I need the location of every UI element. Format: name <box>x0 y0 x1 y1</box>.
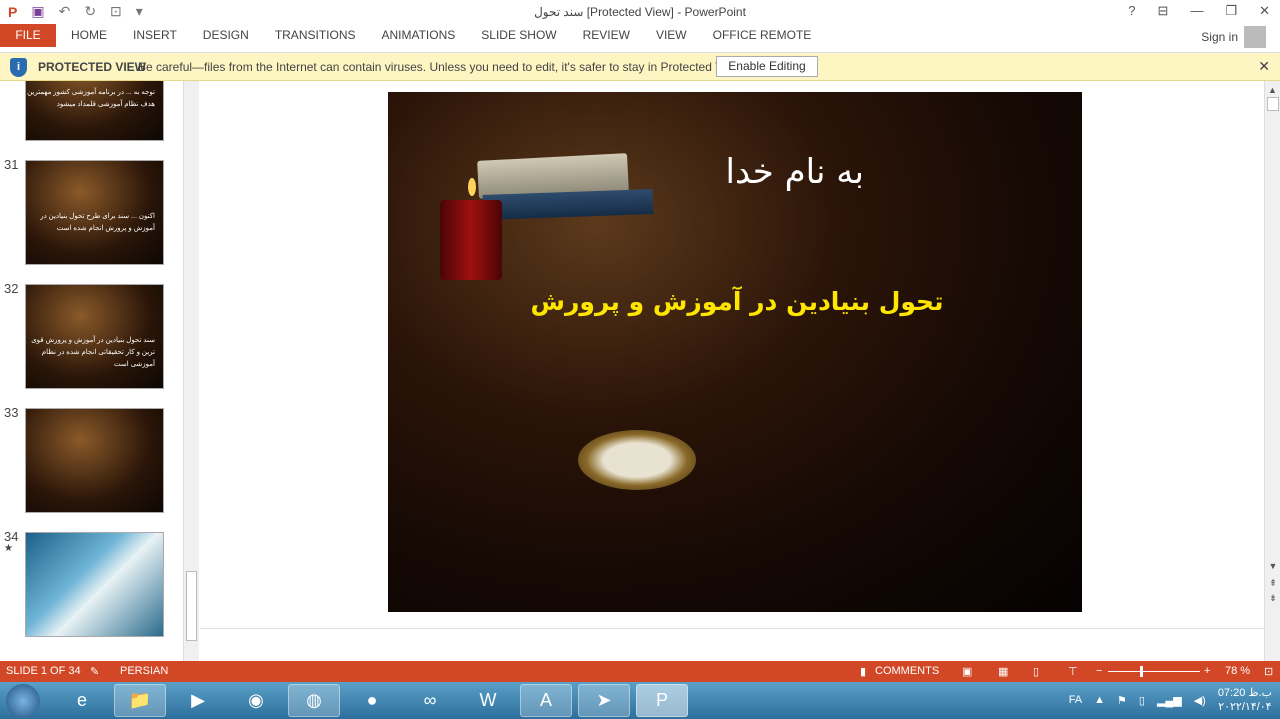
language-indicator[interactable]: PERSIAN <box>120 665 168 677</box>
acrobat-icon[interactable]: A <box>520 684 572 717</box>
minimize-icon[interactable]: — <box>1190 3 1203 19</box>
zoom-slider-knob[interactable] <box>1140 666 1143 677</box>
slide-scrollbar[interactable]: ▲ ▼ ⇞ ⇟ <box>1264 81 1280 661</box>
thumbnails-scrollbar[interactable] <box>183 81 199 661</box>
tab-animations[interactable]: ANIMATIONS <box>381 28 455 42</box>
thumbnail-text: توجه به ... در برنامه آموزشی کشور مهمتری… <box>27 89 155 108</box>
scrollbar-thumb[interactable] <box>186 571 197 641</box>
slide-number: 32 <box>4 281 19 296</box>
slide-thumbnail-32[interactable]: سند تحول بنیادین در آموزش و پرورش قوی تر… <box>25 284 164 389</box>
zoom-level[interactable]: 78 % <box>1225 665 1250 677</box>
app-icon[interactable]: ∞ <box>404 684 456 717</box>
slide-thumbnail-30[interactable]: توجه به ... در برنامه آموزشی کشور مهمتری… <box>25 81 164 141</box>
slide-thumbnails-pane: توجه به ... در برنامه آموزشی کشور مهمتری… <box>0 81 200 661</box>
normal-view-icon[interactable]: ▣ <box>962 665 972 678</box>
powerpoint-icon[interactable]: P <box>636 684 688 717</box>
system-tray: FA ▲ ⚑ ▯ ▂▄▆ ◀) 07:20 ب.ظ ۲۰۲۲/۱۴/۰۴ <box>1069 686 1272 714</box>
candle-image <box>440 200 502 280</box>
scroll-down-icon[interactable]: ▼ <box>1265 561 1280 571</box>
status-bar: SLIDE 1 OF 34 ✎ PERSIAN ▮ COMMENTS ▣ ▦ ▯… <box>0 661 1280 682</box>
protected-view-label: PROTECTED VIEW <box>38 60 147 74</box>
protected-view-message: Be careful—files from the Internet can c… <box>138 60 744 74</box>
pocket-watch-image <box>578 430 696 490</box>
word-icon[interactable]: W <box>462 684 514 717</box>
slide-sorter-icon[interactable]: ▦ <box>998 665 1008 678</box>
slide-indicator: SLIDE 1 OF 34 <box>6 665 81 677</box>
close-icon[interactable]: ✕ <box>1258 58 1270 75</box>
taskbar: e 📁 ▶ ◉ ◍ ● ∞ W A ➤ P FA ▲ ⚑ ▯ ▂▄▆ ◀) 07… <box>0 682 1280 719</box>
action-center-icon[interactable]: ⚑ <box>1117 694 1127 707</box>
close-icon[interactable]: ✕ <box>1259 3 1270 19</box>
slide-number: 33 <box>4 405 19 420</box>
tab-office-remote[interactable]: OFFICE REMOTE <box>713 28 812 42</box>
show-hidden-icons-icon[interactable]: ▲ <box>1094 694 1105 706</box>
thumbnail-text: اکنون ... سند برای طرح تحول بنیادین در آ… <box>40 213 155 232</box>
tab-review[interactable]: REVIEW <box>583 28 630 42</box>
battery-icon[interactable]: ▯ <box>1139 694 1145 707</box>
window-title: سند تحول [Protected View] - PowerPoint <box>534 5 746 19</box>
protected-view-bar: i PROTECTED VIEW Be careful—files from t… <box>0 53 1280 81</box>
slide-subtitle[interactable]: تحول بنیادین در آموزش و پرورش <box>388 287 1082 316</box>
slide-show-icon[interactable]: ⊤ <box>1068 665 1078 678</box>
start-button[interactable] <box>6 684 40 718</box>
notes-pane[interactable] <box>200 628 1264 661</box>
maximize-icon[interactable]: ❐ <box>1225 3 1237 19</box>
tab-file[interactable]: FILE <box>0 24 56 47</box>
avatar[interactable] <box>1244 26 1266 48</box>
zoom-in-icon[interactable]: + <box>1204 665 1210 677</box>
reading-view-icon[interactable]: ▯ <box>1033 665 1039 678</box>
tab-design[interactable]: DESIGN <box>203 28 249 42</box>
previous-slide-icon[interactable]: ⇞ <box>1265 578 1280 589</box>
ribbon-display-options-icon[interactable]: ⊟ <box>1158 3 1169 19</box>
ribbon: FILE HOME INSERT DESIGN TRANSITIONS ANIM… <box>0 24 1280 53</box>
enable-editing-button[interactable]: Enable Editing <box>716 56 818 77</box>
tab-view[interactable]: VIEW <box>656 28 687 42</box>
book-image <box>482 189 654 220</box>
file-explorer-icon[interactable]: 📁 <box>114 684 166 717</box>
next-slide-icon[interactable]: ⇟ <box>1265 593 1280 604</box>
slide-number: 31 <box>4 157 19 172</box>
tab-transitions[interactable]: TRANSITIONS <box>275 28 356 42</box>
language-indicator[interactable]: FA <box>1069 694 1082 706</box>
media-player-icon[interactable]: ▶ <box>172 684 224 717</box>
internet-explorer-icon[interactable]: e <box>56 684 108 717</box>
zoom-slider[interactable] <box>1108 671 1200 672</box>
date: ۲۰۲۲/۱۴/۰۴ <box>1218 701 1272 713</box>
zoom-out-icon[interactable]: − <box>1096 665 1102 677</box>
time: 07:20 ب.ظ <box>1217 687 1272 699</box>
slide-thumbnail-34[interactable] <box>25 532 164 637</box>
tab-slide-show[interactable]: SLIDE SHOW <box>481 28 556 42</box>
media-app-icon[interactable]: ● <box>346 684 398 717</box>
title-bar: P ▣ ↶ ↻ ⊡ ▾ سند تحول [Protected View] - … <box>0 0 1280 24</box>
slide-number: 34 <box>4 529 19 544</box>
tab-home[interactable]: HOME <box>71 28 107 42</box>
scroll-up-icon[interactable]: ▲ <box>1265 85 1280 95</box>
slide-canvas[interactable]: به نام خدا تحول بنیادین در آموزش و پرورش <box>388 92 1082 612</box>
help-button[interactable]: ? <box>1128 3 1135 19</box>
shield-info-icon: i <box>10 58 27 77</box>
firefox-icon[interactable]: ◍ <box>288 684 340 717</box>
signal-icon[interactable]: ▂▄▆ <box>1157 694 1182 707</box>
slide-thumbnail-31[interactable]: اکنون ... سند برای طرح تحول بنیادین در آ… <box>25 160 164 265</box>
volume-icon[interactable]: ◀) <box>1194 694 1206 707</box>
spell-check-icon[interactable]: ✎ <box>90 665 99 678</box>
flame-image <box>468 178 476 196</box>
thumbnail-text: سند تحول بنیادین در آموزش و پرورش قوی تر… <box>31 337 155 368</box>
comments-button[interactable]: COMMENTS <box>875 665 939 677</box>
scrollbar-thumb[interactable] <box>1266 97 1279 111</box>
slide-thumbnail-33[interactable] <box>25 408 164 513</box>
animation-star-icon: ★ <box>4 543 13 554</box>
telegram-icon[interactable]: ➤ <box>578 684 630 717</box>
comments-icon[interactable]: ▮ <box>860 665 866 678</box>
fit-to-window-icon[interactable]: ⊡ <box>1264 665 1273 678</box>
sign-in-link[interactable]: Sign in <box>1201 30 1238 44</box>
slide-title[interactable]: به نام خدا <box>726 152 865 192</box>
chrome-icon[interactable]: ◉ <box>230 684 282 717</box>
clock[interactable]: 07:20 ب.ظ ۲۰۲۲/۱۴/۰۴ <box>1218 686 1272 714</box>
tab-insert[interactable]: INSERT <box>133 28 177 42</box>
